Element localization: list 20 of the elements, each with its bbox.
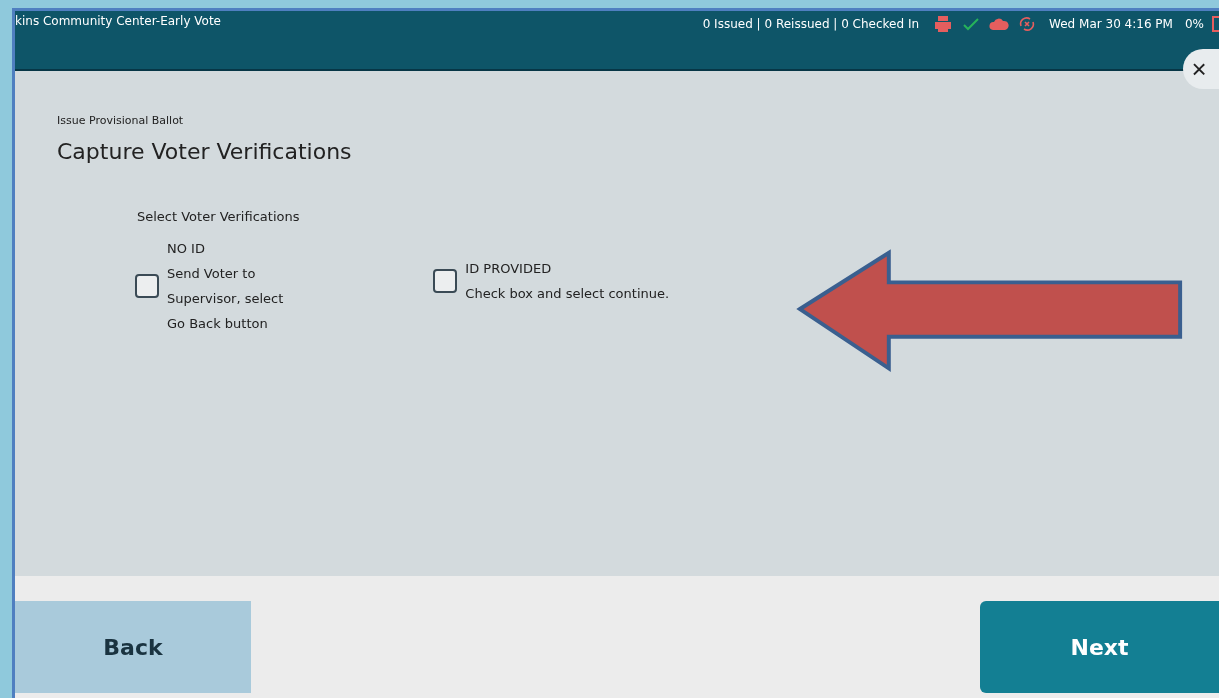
ballot-counts: 0 Issued | 0 Reissued | 0 Checked In [702, 17, 920, 31]
battery-level: 0% [1184, 17, 1204, 31]
section-label: Select Voter Verifications [137, 209, 301, 224]
back-button[interactable]: Back [15, 601, 251, 693]
checkbox[interactable] [135, 274, 159, 298]
checkbox[interactable] [433, 269, 458, 293]
option-text: NO ID [167, 240, 206, 258]
close-button[interactable]: × [1183, 49, 1219, 89]
page-heading: Capture Voter Verifications [57, 139, 353, 164]
option-text: Go Back button [167, 315, 269, 333]
option-text: Supervisor, select [167, 290, 284, 308]
date-time: Wed Mar 30 4:16 PM [1049, 17, 1173, 31]
next-button[interactable]: Next [980, 601, 1219, 693]
option-text: Check box and select continue. [465, 285, 670, 303]
option-text: Send Voter to [167, 265, 257, 283]
location-title: kins Community Center-Early Vote [15, 14, 221, 28]
battery-icon [1212, 16, 1219, 32]
printer-icon [933, 14, 954, 34]
breadcrumb: Issue Provisional Ballot [57, 114, 185, 127]
option-text: ID PROVIDED [465, 260, 553, 278]
